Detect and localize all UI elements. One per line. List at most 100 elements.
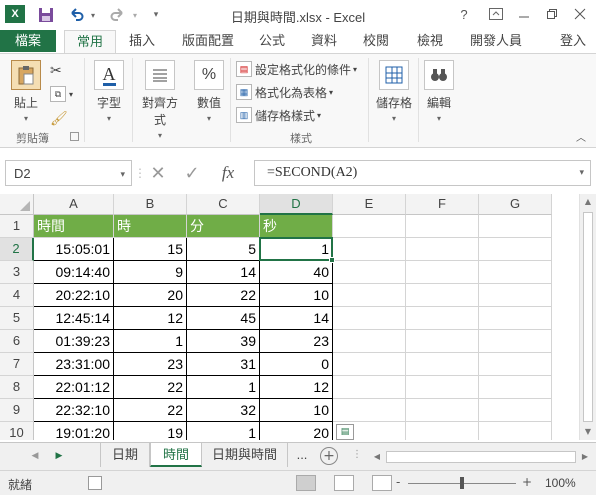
cell-e5[interactable] (333, 307, 406, 330)
cell-a10[interactable]: 19:01:20 (34, 422, 114, 440)
name-box-dropdown-icon[interactable]: ▾ (120, 169, 125, 180)
row-header-4[interactable]: 4 (0, 284, 34, 307)
page-break-preview-icon[interactable] (372, 475, 392, 491)
cell-e9[interactable] (333, 399, 406, 422)
cell-g8[interactable] (479, 376, 552, 399)
cell-c5[interactable]: 45 (187, 307, 260, 330)
restore-icon[interactable] (540, 4, 564, 24)
font-button[interactable]: A 字型 ▾ (92, 60, 126, 123)
close-icon[interactable] (568, 4, 592, 24)
cell-g3[interactable] (479, 261, 552, 284)
cell-d1[interactable]: 秒 (260, 215, 333, 238)
expand-formula-bar-icon[interactable]: ▾ (579, 168, 584, 178)
cell-c9[interactable]: 32 (187, 399, 260, 422)
cell-g6[interactable] (479, 330, 552, 353)
column-header-d[interactable]: D (260, 194, 333, 215)
next-sheet-icon[interactable]: ▶ (52, 449, 66, 463)
cell-d9[interactable]: 10 (260, 399, 333, 422)
scroll-up-icon[interactable]: ▲ (580, 194, 596, 210)
column-header-b[interactable]: B (114, 194, 187, 215)
vertical-scroll-thumb[interactable] (583, 212, 593, 422)
cell-e8[interactable] (333, 376, 406, 399)
row-header-7[interactable]: 7 (0, 353, 34, 376)
cell-d8[interactable]: 12 (260, 376, 333, 399)
cell-f2[interactable] (406, 238, 479, 261)
fill-handle[interactable] (329, 257, 335, 263)
cell-e2[interactable] (333, 238, 406, 261)
conditional-formatting-button[interactable]: ▤ 設定格式化的條件 ▾ (236, 59, 357, 79)
cell-f7[interactable] (406, 353, 479, 376)
horizontal-scroll-thumb[interactable] (386, 451, 576, 463)
name-box[interactable]: D2 ▾ (5, 160, 132, 186)
cell-f10[interactable] (406, 422, 479, 440)
macro-record-icon[interactable] (88, 476, 102, 490)
help-button[interactable]: ? (452, 4, 476, 24)
collapse-ribbon-icon[interactable]: ︿ (576, 126, 586, 146)
sheet-tab-dates[interactable]: 日期 (100, 443, 150, 467)
cell-g4[interactable] (479, 284, 552, 307)
tab-formulas[interactable]: 公式 (252, 30, 292, 54)
cell-f1[interactable] (406, 215, 479, 238)
cell-a5[interactable]: 12:45:14 (34, 307, 114, 330)
sheet-tab-times[interactable]: 時間 (150, 443, 202, 467)
cell-g10[interactable] (479, 422, 552, 440)
column-header-g[interactable]: G (479, 194, 552, 215)
scroll-left-icon[interactable]: ◀ (370, 449, 384, 465)
row-header-1[interactable]: 1 (0, 215, 34, 238)
page-layout-view-icon[interactable] (334, 475, 354, 491)
sheet-tab-date-and-time[interactable]: 日期與時間 (202, 443, 288, 467)
row-header-9[interactable]: 9 (0, 399, 34, 422)
scroll-right-icon[interactable]: ▶ (578, 449, 592, 465)
cell-f4[interactable] (406, 284, 479, 307)
cell-e1[interactable] (333, 215, 406, 238)
paste-button[interactable]: 貼上 ▾ (8, 60, 44, 123)
cell-d2[interactable]: 1 (260, 238, 333, 261)
cell-a4[interactable]: 20:22:10 (34, 284, 114, 307)
copy-button[interactable]: ⧉ ▾ (50, 84, 73, 104)
tab-developer[interactable]: 開發人員 (464, 30, 528, 54)
column-header-a[interactable]: A (34, 194, 114, 215)
number-button[interactable]: % 數值 ▾ (192, 60, 226, 123)
split-grip-icon[interactable]: ⋮ (352, 449, 362, 465)
cell-c10[interactable]: 1 (187, 422, 260, 440)
cell-c7[interactable]: 31 (187, 353, 260, 376)
alignment-button[interactable]: 對齊方式 ▾ (138, 60, 182, 140)
cell-a3[interactable]: 09:14:40 (34, 261, 114, 284)
cancel-edit-icon[interactable]: ✕ (146, 163, 170, 184)
cell-b7[interactable]: 23 (114, 353, 187, 376)
cell-a7[interactable]: 23:31:00 (34, 353, 114, 376)
cell-a1[interactable]: 時間 (34, 215, 114, 238)
ribbon-display-options-icon[interactable] (484, 4, 508, 24)
editing-button[interactable]: 編輯 ▾ (422, 60, 456, 123)
zoom-in-button[interactable]: + (522, 475, 532, 489)
cell-styles-button[interactable]: ▥ 儲存格樣式 ▾ (236, 105, 321, 125)
tab-home[interactable]: 常用 (64, 30, 116, 54)
cell-c4[interactable]: 22 (187, 284, 260, 307)
cell-c2[interactable]: 5 (187, 238, 260, 261)
cell-e7[interactable] (333, 353, 406, 376)
column-header-c[interactable]: C (187, 194, 260, 215)
cell-c1[interactable]: 分 (187, 215, 260, 238)
add-sheet-icon[interactable]: + (320, 447, 338, 465)
cells-button[interactable]: 儲存格 ▾ (374, 60, 414, 123)
zoom-slider-thumb[interactable] (460, 477, 464, 489)
tab-file[interactable]: 檔案 (0, 30, 56, 52)
clipboard-launcher-icon[interactable] (70, 132, 79, 141)
minimize-icon[interactable] (512, 4, 536, 24)
cell-f9[interactable] (406, 399, 479, 422)
insert-function-button[interactable]: fx (216, 163, 240, 183)
cell-d10[interactable]: 20 (260, 422, 333, 440)
cell-b9[interactable]: 22 (114, 399, 187, 422)
horizontal-scrollbar[interactable]: ◀ ▶ (370, 449, 592, 465)
tab-view[interactable]: 檢視 (410, 30, 450, 54)
cell-e4[interactable] (333, 284, 406, 307)
cell-g5[interactable] (479, 307, 552, 330)
row-header-8[interactable]: 8 (0, 376, 34, 399)
formula-input[interactable]: =SECOND(A2) ▾ (254, 160, 591, 186)
cell-f8[interactable] (406, 376, 479, 399)
cell-d3[interactable]: 40 (260, 261, 333, 284)
cell-e3[interactable] (333, 261, 406, 284)
cell-a2[interactable]: 15:05:01 (34, 238, 114, 261)
normal-view-icon[interactable] (296, 475, 316, 491)
cell-g9[interactable] (479, 399, 552, 422)
